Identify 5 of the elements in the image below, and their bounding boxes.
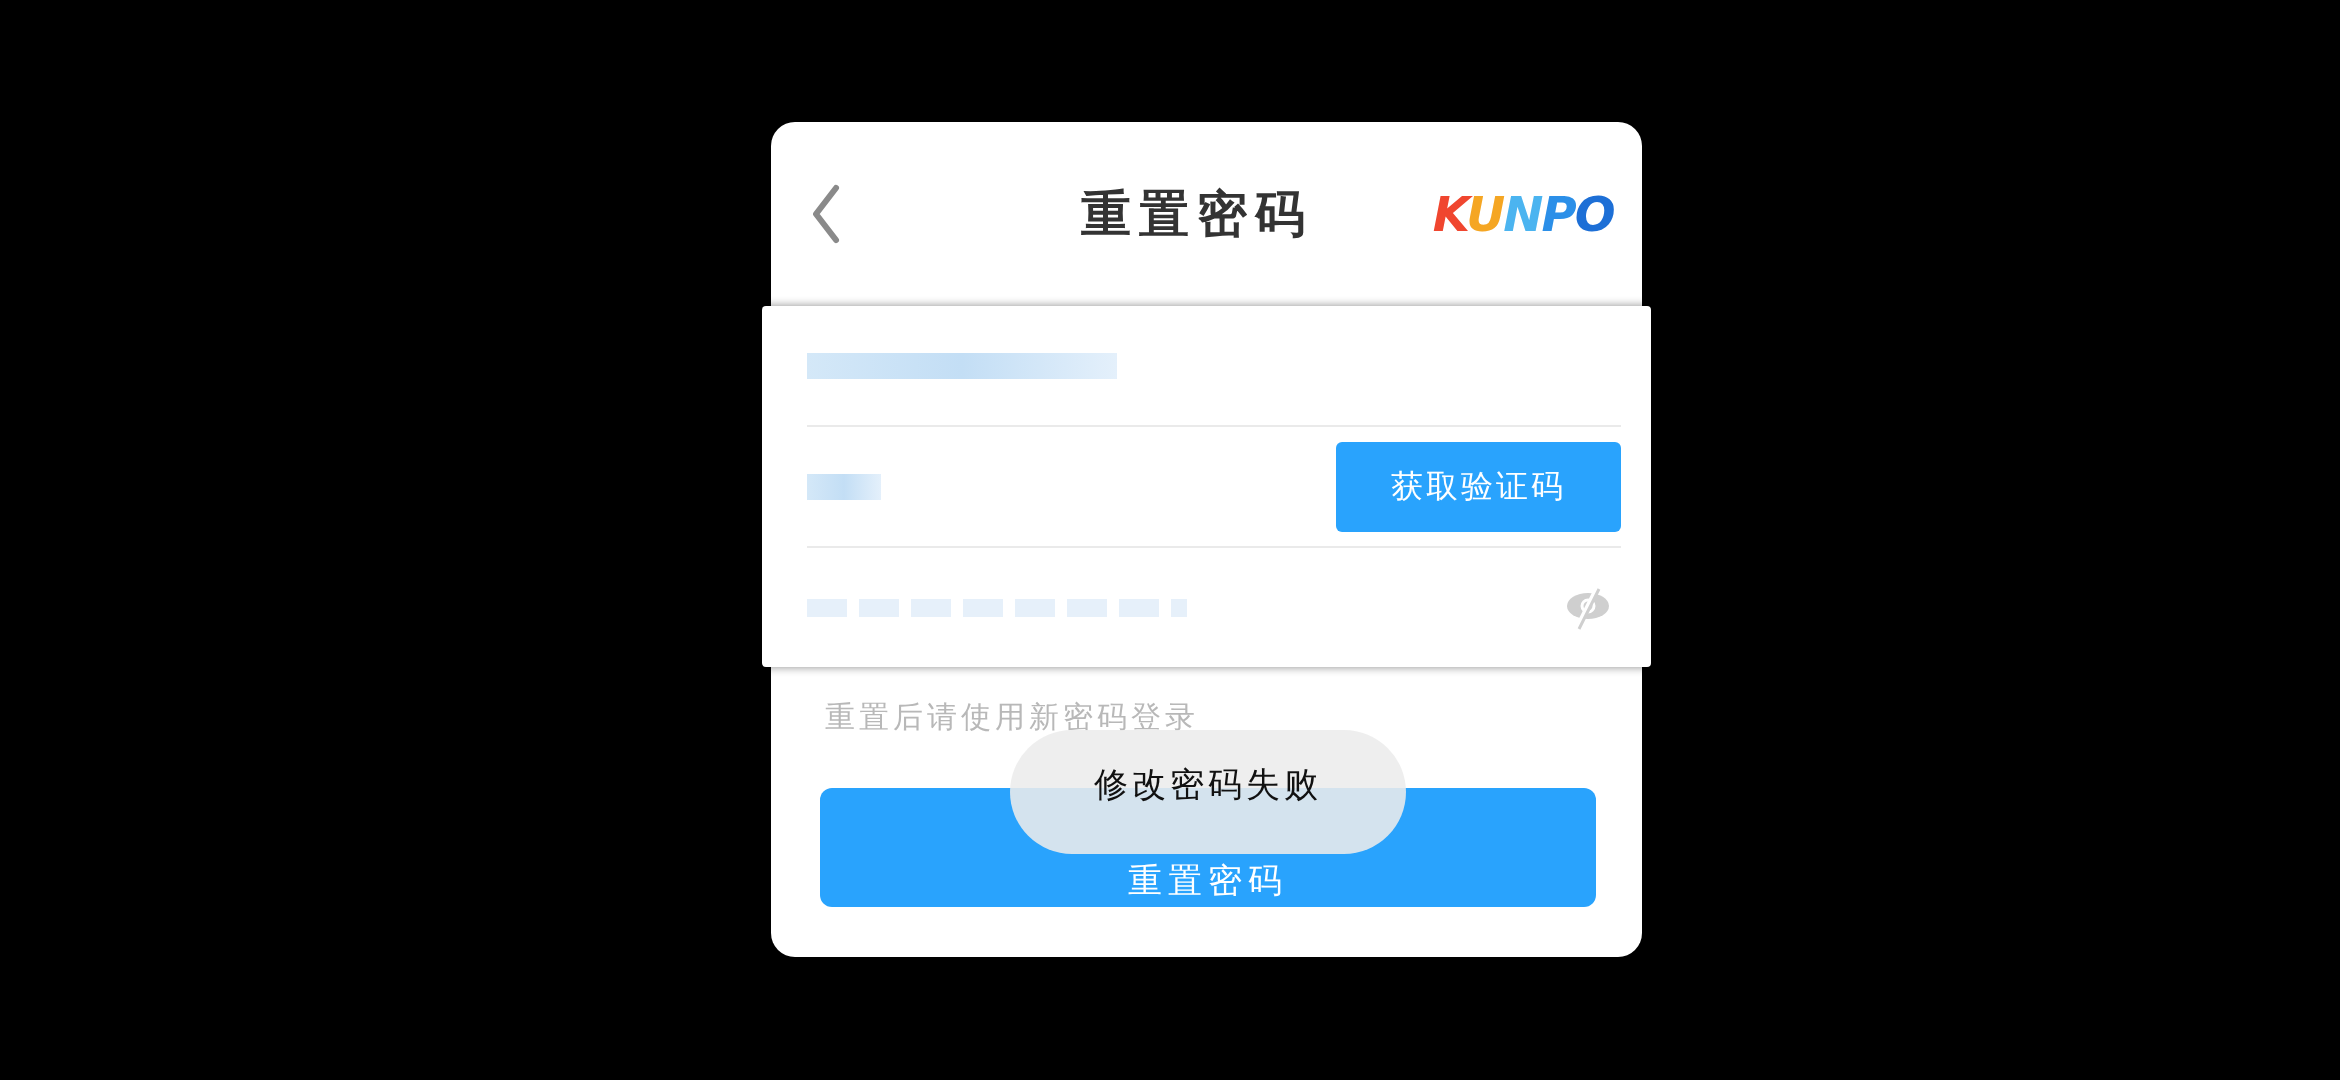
back-icon[interactable] — [810, 184, 841, 244]
get-code-button[interactable]: 获取验证码 — [1335, 441, 1621, 532]
page-title: 重置密码 — [1080, 183, 1313, 245]
logo: KUNPO — [1432, 190, 1614, 238]
toast-message: 修改密码失败 — [1009, 730, 1406, 854]
